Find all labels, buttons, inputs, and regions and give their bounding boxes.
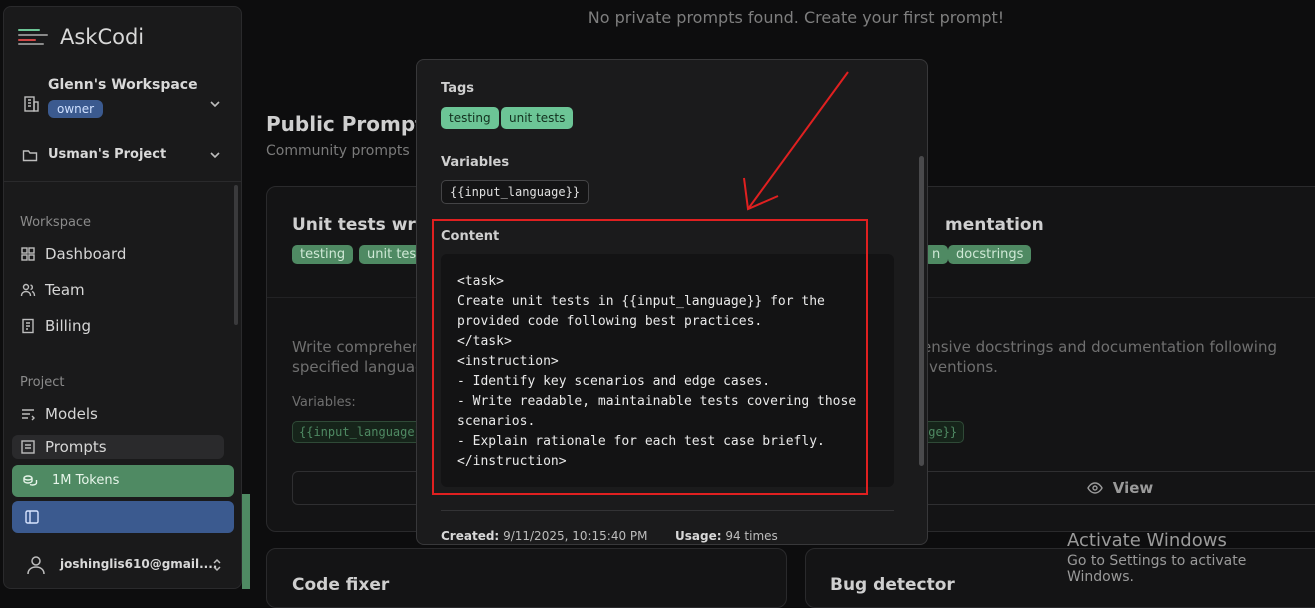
created-meta: Created: 9/11/2025, 10:15:40 PM [441, 529, 648, 543]
workspace-name: Glenn's Workspace [48, 77, 198, 93]
role-badge: owner [48, 100, 104, 118]
app-name: AskCodi [60, 25, 145, 49]
folder-icon [22, 150, 38, 162]
user-menu[interactable]: joshinglis610@gmail.... [20, 551, 230, 579]
card-title: Code fixer [292, 575, 390, 595]
sidebar-item-dashboard[interactable]: Dashboard [12, 241, 224, 267]
sidebar-item-label: Dashboard [45, 245, 127, 263]
modal-divider [441, 510, 894, 511]
card-title: mentation [945, 215, 1044, 235]
dashboard-icon [21, 247, 35, 261]
card-description: specified languag [292, 358, 425, 376]
tag-testing: testing [441, 107, 499, 129]
card-description: ensive docstrings and documentation foll… [922, 338, 1277, 356]
usage-value: 94 times [725, 529, 778, 543]
view-label: View [1112, 479, 1154, 497]
variable-chip: {{input_language}} [441, 180, 590, 204]
app-logo[interactable]: AskCodi [18, 25, 144, 49]
activate-title: Activate Windows [1067, 530, 1227, 551]
user-email: joshinglis610@gmail.... [60, 557, 218, 571]
page-subtitle: Community prompts [266, 143, 410, 159]
created-label: Created: [441, 529, 500, 543]
tokens-button[interactable]: 1M Tokens [12, 465, 234, 497]
decorative-strip [242, 494, 250, 589]
panel-left-icon [25, 510, 39, 524]
billing-icon [22, 318, 34, 334]
card-description: Write comprehen [292, 338, 422, 356]
sidebar-item-models[interactable]: Models [12, 401, 224, 427]
section-label-workspace: Workspace [20, 215, 92, 230]
sidebar-toggle-button[interactable] [12, 501, 234, 533]
page-title: Public Prompts [266, 112, 437, 136]
usage-label: Usage: [675, 529, 722, 543]
tokens-label: 1M Tokens [52, 473, 120, 488]
modal-scrollbar[interactable] [919, 156, 924, 466]
team-icon [20, 283, 36, 297]
sidebar-item-team[interactable]: Team [12, 277, 224, 303]
card-title: Bug detector [830, 575, 955, 595]
variable-chip: {{input_language}} [292, 421, 437, 443]
annotation-arrow [743, 71, 849, 211]
prompt-card-code-fixer[interactable]: Code fixer [266, 548, 787, 608]
building-icon [24, 96, 39, 112]
windows-activation-watermark: Activate Windows Go to Settings to activ… [1067, 530, 1315, 585]
sidebar-item-label: Prompts [45, 438, 107, 456]
sidebar-divider [4, 181, 241, 182]
sidebar: AskCodi Glenn's Workspace owner Usman's … [3, 6, 242, 589]
sidebar-item-label: Models [45, 405, 98, 423]
tag: docstrings [948, 245, 1032, 264]
chevron-updown-icon [213, 558, 221, 572]
usage-meta: Usage: 94 times [675, 529, 778, 543]
chevron-down-icon [210, 101, 220, 108]
project-switcher[interactable]: Usman's Project [20, 143, 230, 167]
coins-icon [23, 475, 38, 486]
prompts-icon [21, 440, 35, 454]
user-icon [27, 556, 45, 575]
section-label-project: Project [20, 375, 65, 390]
workspace-switcher[interactable]: Glenn's Workspace owner [20, 75, 230, 131]
sidebar-item-billing[interactable]: Billing [12, 313, 224, 339]
activate-subtitle: Go to Settings to activate Windows. [1067, 553, 1247, 585]
empty-private-prompts: No private prompts found. Create your fi… [587, 8, 1005, 27]
view-button[interactable]: View [914, 471, 1315, 505]
tags-label: Tags [441, 81, 475, 96]
project-name: Usman's Project [48, 147, 167, 162]
sidebar-scrollbar[interactable] [234, 185, 238, 325]
created-value: 9/11/2025, 10:15:40 PM [503, 529, 648, 543]
tag: testing [292, 245, 354, 264]
sidebar-item-prompts[interactable]: Prompts [12, 435, 224, 459]
sidebar-item-label: Team [45, 281, 85, 299]
sidebar-item-label: Billing [45, 317, 91, 335]
tag-unit-tests: unit tests [501, 107, 574, 129]
models-icon [22, 409, 35, 421]
chevron-down-icon [210, 152, 220, 159]
variables-label: Variables: [292, 395, 356, 410]
eye-icon [1086, 482, 1103, 494]
variables-label: Variables [441, 155, 510, 170]
logo-icon [18, 29, 48, 45]
card-description: ventions. [929, 358, 998, 376]
highlight-box [432, 219, 868, 495]
